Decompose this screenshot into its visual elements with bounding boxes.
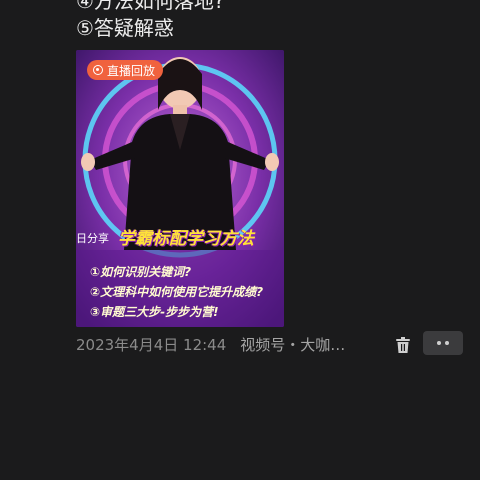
video-thumbnail[interactable]: 直播回放 日分享 学霸标配学习方法 ①如何识别关键词? ②文理科中如何使用它提升… — [76, 50, 284, 327]
post-text-line: ⑤答疑解惑 — [76, 16, 174, 40]
delete-button[interactable] — [393, 335, 413, 355]
live-replay-label: 直播回放 — [107, 63, 156, 78]
more-dots-icon — [437, 341, 441, 345]
poster-point: ②文理科中如何使用它提升成绩? — [90, 285, 264, 299]
post-timestamp: 2023年4月4日 12:44 — [76, 335, 227, 354]
poster-title: 学霸标配学习方法 — [118, 229, 254, 249]
post-meta: 2023年4月4日 12:44 视频号・大咖… — [76, 333, 345, 355]
more-dots-icon — [445, 341, 449, 345]
post-text: ④方法如何落地? ⑤答疑解惑 — [76, 0, 456, 42]
live-icon — [93, 65, 103, 75]
live-replay-badge: 直播回放 — [87, 60, 164, 80]
poster-tag: 日分享 — [76, 232, 109, 245]
poster-point: ③审题三大步-步步为营! — [90, 305, 219, 319]
source-link[interactable]: 视频号・大咖… — [240, 334, 345, 355]
trash-icon — [396, 337, 410, 353]
poster-point: ①如何识别关键词? — [90, 265, 192, 279]
post-text-line: ④方法如何落地? — [76, 0, 225, 13]
poster-points: ①如何识别关键词? ②文理科中如何使用它提升成绩? ③审题三大步-步步为营! — [90, 262, 263, 322]
more-button[interactable] — [423, 331, 463, 355]
